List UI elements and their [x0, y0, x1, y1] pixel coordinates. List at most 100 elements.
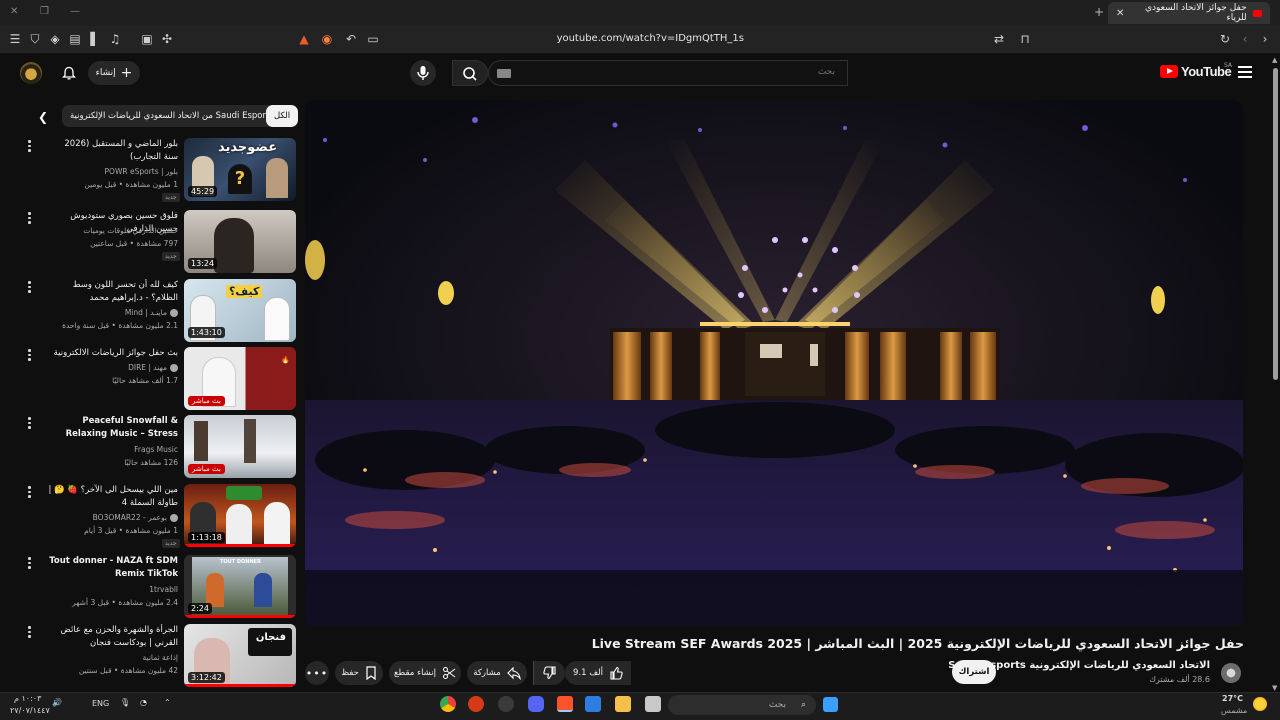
dislike-button[interactable]: [533, 661, 565, 685]
create-button[interactable]: إنشاء +: [88, 61, 140, 85]
video-thumbnail[interactable]: فنجان 3:12:42: [184, 624, 296, 687]
channel-name[interactable]: ماينـد | Mind: [28, 308, 178, 317]
channel-name[interactable]: مهند | DIRE: [28, 363, 178, 372]
guide-menu-icon[interactable]: [1238, 66, 1252, 78]
sidebar-icon[interactable]: ▌: [88, 32, 102, 46]
channel-name[interactable]: Frags Music: [28, 445, 178, 454]
more-options-icon[interactable]: [28, 212, 32, 226]
windows-start-icon[interactable]: [823, 697, 838, 712]
more-options-icon[interactable]: [28, 140, 32, 154]
recommendation-item[interactable]: بث مباشر Peaceful Snowfall & Relaxing Mu…: [20, 415, 296, 479]
channel-name[interactable]: بلور | POWR eSports: [28, 167, 178, 176]
more-options-icon[interactable]: [28, 486, 32, 500]
more-options-icon[interactable]: [28, 349, 32, 363]
task-view-icon[interactable]: [645, 696, 661, 712]
video-title[interactable]: مين اللي بيسحل الى الآخر؟ 🍓 🤔 | طاولة ال…: [48, 484, 178, 510]
channel-name[interactable]: 1trvabll: [28, 585, 178, 594]
recommendation-item[interactable]: TOUT DONNER 2:24 Tout donner - NAZA ft S…: [20, 555, 296, 619]
notifications-bell-icon[interactable]: [61, 65, 77, 80]
more-options-icon[interactable]: [28, 557, 32, 571]
scroll-up-icon[interactable]: ▲: [1272, 56, 1277, 64]
video-title[interactable]: كيف لله أن تحسر اللون وسط الظلام؟ - د.إب…: [48, 279, 178, 305]
share-button[interactable]: مشاركة: [467, 661, 527, 685]
network-icon[interactable]: ◔: [140, 698, 147, 707]
chip-from-channel[interactable]: من الاتحاد السعودي للرياضات الإلكترونية …: [62, 105, 282, 127]
subscribe-button[interactable]: اشتراك: [952, 660, 996, 684]
shield-icon[interactable]: ⛉: [28, 32, 42, 46]
discord-icon[interactable]: [528, 696, 544, 712]
video-title[interactable]: Peaceful Snowfall & Relaxing Music – Str…: [48, 415, 178, 442]
steam-icon[interactable]: [498, 696, 514, 712]
video-thumbnail[interactable]: TOUT DONNER 2:24: [184, 555, 296, 618]
video-thumbnail[interactable]: عضوجديد ? 45:29: [184, 138, 296, 201]
search-button[interactable]: [452, 60, 488, 86]
video-thumbnail[interactable]: 13:24: [184, 210, 296, 273]
clip-button[interactable]: إنشاء مقطع: [389, 661, 461, 685]
recommendation-item[interactable]: 1:13:18 مين اللي بيسحل الى الآخر؟ 🍓 🤔 | …: [20, 484, 296, 548]
back-icon[interactable]: ›: [1258, 32, 1272, 46]
minimize-icon[interactable]: —: [70, 6, 80, 17]
keyboard-icon[interactable]: [497, 69, 511, 78]
music-icon[interactable]: ♫: [108, 32, 122, 46]
app-icon[interactable]: [468, 696, 484, 712]
scroll-down-icon[interactable]: ▼: [1272, 684, 1277, 692]
channel-name[interactable]: بوعمر - BO3OMAR22: [28, 513, 178, 522]
microphone-tray-icon[interactable]: 🎙: [120, 698, 130, 707]
tray-overflow-chevron-icon[interactable]: ⌃: [164, 698, 171, 707]
new-tab-button[interactable]: +: [1094, 5, 1104, 19]
brave-browser-icon[interactable]: [557, 696, 573, 712]
microsoft-store-icon[interactable]: [585, 696, 601, 712]
more-options-icon[interactable]: [28, 626, 32, 640]
recommendation-item[interactable]: 13:24 فلوق حسين بصوري ستوديوش حسين الذار…: [20, 210, 296, 274]
recommendation-item[interactable]: عضوجديد ? 45:29 بلور الماضي و المستقبل (…: [20, 138, 296, 202]
like-button[interactable]: 9.1 ألف: [565, 661, 631, 685]
channel-name[interactable]: إذاعة ثمانية: [28, 653, 178, 662]
chip-all[interactable]: الكل: [266, 105, 299, 127]
page-scrollbar[interactable]: ▲ ▼: [1270, 56, 1280, 692]
reading-list-icon[interactable]: ▤: [68, 32, 82, 46]
keyboard-language[interactable]: ENG: [92, 699, 109, 708]
more-options-icon[interactable]: [28, 417, 32, 431]
menu-icon[interactable]: ☰: [8, 32, 22, 46]
video-title[interactable]: Tout donner - NAZA ft SDM Remix TikTok: [48, 555, 178, 581]
forward-icon[interactable]: ‹: [1238, 32, 1252, 46]
video-thumbnail[interactable]: 🔥 بث مباشر: [184, 347, 296, 410]
screenshot-icon[interactable]: ▣: [140, 32, 154, 46]
channel-avatar[interactable]: [1221, 663, 1241, 683]
volume-icon[interactable]: 🔊: [52, 698, 62, 707]
video-thumbnail[interactable]: بث مباشر: [184, 415, 296, 478]
close-window-icon[interactable]: ✕: [10, 6, 18, 17]
taskbar-search[interactable]: بحث ⌕: [668, 695, 816, 715]
file-explorer-icon[interactable]: [615, 696, 631, 712]
video-player[interactable]: [305, 100, 1243, 626]
chrome-icon[interactable]: [440, 696, 456, 712]
clock-time[interactable]: ١٠:٠٣ م: [14, 694, 41, 703]
chevron-left-icon[interactable]: ❮: [38, 110, 48, 124]
save-button[interactable]: حفظ: [335, 661, 383, 685]
wallet-icon[interactable]: ◈: [48, 32, 62, 46]
account-avatar[interactable]: [20, 62, 42, 84]
voice-search-button[interactable]: [410, 60, 436, 86]
extensions-icon[interactable]: ✣: [160, 32, 174, 46]
video-title[interactable]: الجرأة والشهرة والحزن مع عائض القرني | ب…: [48, 624, 178, 650]
reload-icon[interactable]: ↻: [1218, 32, 1232, 46]
close-tab-icon[interactable]: ✕: [1116, 8, 1124, 19]
video-title[interactable]: بث حفل جوائز الرياضات الالكترونية: [48, 347, 178, 360]
video-thumbnail[interactable]: كيف؟ 1:43:10: [184, 279, 296, 342]
video-title[interactable]: بلور الماضي و المستقبل (2026 سنة التجارب…: [48, 138, 178, 164]
clock-date[interactable]: ٢٧/٠٧/١٤٤٧: [10, 706, 50, 715]
more-actions-button[interactable]: •••: [305, 661, 329, 685]
weather-sun-icon[interactable]: [1253, 697, 1267, 711]
browser-tab-active[interactable]: حفل جوائز الاتحاد السعودي للرياء ✕: [1108, 2, 1270, 24]
recommendation-item[interactable]: 🔥 بث مباشر بث حفل جوائز الرياضات الالكتر…: [20, 347, 296, 411]
video-thumbnail[interactable]: 1:13:18: [184, 484, 296, 547]
channel-name[interactable]: حسين الذارفي فلوقات يوميات: [28, 226, 178, 235]
recommendation-item[interactable]: كيف؟ 1:43:10 كيف لله أن تحسر اللون وسط ا…: [20, 279, 296, 343]
scrollbar-thumb[interactable]: [1273, 68, 1278, 380]
search-input[interactable]: بحث: [488, 60, 848, 86]
youtube-logo[interactable]: YouTube SA: [1160, 62, 1232, 79]
maximize-icon[interactable]: ❐: [40, 6, 49, 17]
more-options-icon[interactable]: [28, 281, 32, 295]
recommendation-item[interactable]: فنجان 3:12:42 الجرأة والشهرة والحزن مع ع…: [20, 624, 296, 688]
address-bar[interactable]: youtube.com/watch?v=IDgmQtTH_1s: [290, 30, 1040, 50]
